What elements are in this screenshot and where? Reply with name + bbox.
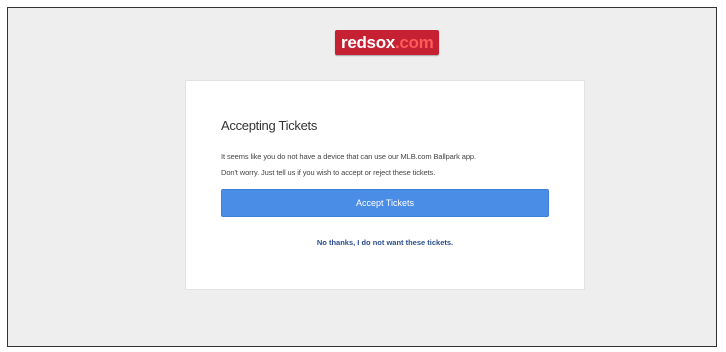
logo-name: redsox bbox=[341, 32, 395, 52]
message-line-2: Don't worry. Just tell us if you wish to… bbox=[221, 168, 436, 177]
redsox-logo[interactable]: redsox .com bbox=[335, 30, 440, 55]
card-title: Accepting Tickets bbox=[221, 118, 318, 133]
decline-tickets-link[interactable]: No thanks, I do not want these tickets. bbox=[221, 238, 549, 247]
ticket-card: Accepting Tickets It seems like you do n… bbox=[185, 80, 585, 290]
logo-domain: .com bbox=[394, 32, 434, 52]
page-frame: redsox .com Accepting Tickets It seems li… bbox=[7, 7, 717, 347]
message-line-1: It seems like you do not have a device t… bbox=[221, 152, 476, 161]
accept-tickets-button[interactable]: Accept Tickets bbox=[221, 189, 549, 217]
